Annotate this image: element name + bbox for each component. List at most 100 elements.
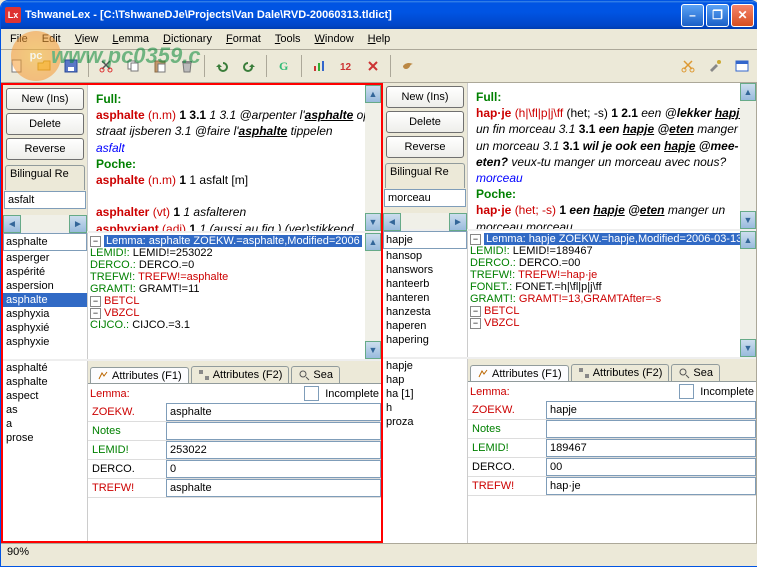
tb-scissors-icon[interactable]: [676, 54, 700, 78]
tb-tools-icon[interactable]: [703, 54, 727, 78]
link-morceau[interactable]: morceau: [476, 171, 523, 185]
menu-edit[interactable]: Edit: [35, 31, 68, 47]
vscroll[interactable]: ▲▼: [365, 233, 381, 359]
list-item[interactable]: hansop: [383, 249, 467, 263]
list-item[interactable]: aspersion: [3, 279, 87, 293]
vscroll[interactable]: ▲▼: [740, 231, 756, 357]
tb-new-icon[interactable]: [5, 54, 29, 78]
trefw-input[interactable]: [166, 479, 381, 497]
mini-input-r[interactable]: morceau: [384, 189, 466, 207]
reverse-button[interactable]: Reverse: [6, 138, 84, 160]
tb-copy-icon[interactable]: [121, 54, 145, 78]
tree-left[interactable]: −Lemma: asphalte ZOEKW.=asphalte,Modifie…: [88, 233, 381, 359]
derco-input[interactable]: [166, 460, 381, 478]
list-item[interactable]: asphalte: [3, 375, 87, 389]
incomplete-checkbox-r[interactable]: [679, 384, 694, 399]
tb-paste-icon[interactable]: [148, 54, 172, 78]
list-item[interactable]: hapering: [383, 333, 467, 347]
list-item[interactable]: hap: [383, 373, 467, 387]
tb-google-icon[interactable]: G: [272, 54, 296, 78]
list-item[interactable]: prose: [3, 431, 87, 445]
list-item[interactable]: asphyxie: [3, 335, 87, 349]
list-item[interactable]: asphyxié: [3, 321, 87, 335]
tb-delete-icon[interactable]: [361, 54, 385, 78]
vscroll[interactable]: ▲▼: [365, 85, 381, 231]
tab-attr-f2-r[interactable]: Attributes (F2): [571, 364, 670, 381]
search-input-right[interactable]: [383, 231, 467, 249]
notes-input-r[interactable]: [546, 420, 756, 438]
tb-date-icon[interactable]: 12: [334, 54, 358, 78]
close-button[interactable]: ✕: [731, 4, 754, 27]
word-list2-right[interactable]: hapjehapha [1]hproza: [383, 359, 468, 543]
word-list-left[interactable]: aspergeraspéritéaspersionasphalteasphyxi…: [3, 251, 87, 359]
word-list-right[interactable]: hansophansworshanteerbhanterenhanzestaha…: [383, 249, 467, 357]
tb-open-icon[interactable]: [32, 54, 56, 78]
list-item[interactable]: h: [383, 401, 467, 415]
tab-search-r[interactable]: Sea: [671, 364, 720, 381]
new-button[interactable]: New (Ins): [6, 88, 84, 110]
hscroll[interactable]: ◄►: [383, 213, 467, 229]
tb-trash-icon[interactable]: [175, 54, 199, 78]
tab-attr-f1[interactable]: Attributes (F1): [90, 367, 189, 384]
list-item[interactable]: hapje: [383, 359, 467, 373]
tb-bird-icon[interactable]: [396, 54, 420, 78]
tb-redo-icon[interactable]: [237, 54, 261, 78]
delete-button-r[interactable]: Delete: [386, 111, 464, 133]
tb-chart-icon[interactable]: [307, 54, 331, 78]
tab-attr-f2[interactable]: Attributes (F2): [191, 366, 290, 383]
menu-help[interactable]: Help: [361, 31, 398, 47]
notes-input[interactable]: [166, 422, 381, 440]
tb-window-icon[interactable]: [730, 54, 754, 78]
list-item[interactable]: aspect: [3, 389, 87, 403]
menu-tools[interactable]: Tools: [268, 31, 308, 47]
lemid-input-r[interactable]: [546, 439, 756, 457]
trefw-input-r[interactable]: [546, 477, 756, 495]
list-item[interactable]: asphalté: [3, 361, 87, 375]
entry-left: Full: asphalte (n.m) 1 3.1 1 3.1 @arpent…: [88, 85, 381, 231]
mini-input[interactable]: asfalt: [4, 191, 86, 209]
tab-bilingual-r[interactable]: Bilingual Re: [385, 163, 465, 188]
tab-attr-f1-r[interactable]: Attributes (F1): [470, 365, 569, 382]
list-item[interactable]: a: [3, 417, 87, 431]
list-item[interactable]: haperen: [383, 319, 467, 333]
tab-search[interactable]: Sea: [291, 366, 340, 383]
word-list2-left[interactable]: asphaltéasphalteaspectasaprose: [3, 361, 88, 541]
list-item[interactable]: aspérité: [3, 265, 87, 279]
menu-dictionary[interactable]: Dictionary: [156, 31, 219, 47]
lemid-input[interactable]: [166, 441, 381, 459]
menu-file[interactable]: File: [3, 31, 35, 47]
menu-lemma[interactable]: Lemma: [105, 31, 156, 47]
list-item[interactable]: ha [1]: [383, 387, 467, 401]
derco-input-r[interactable]: [546, 458, 756, 476]
minimize-button[interactable]: –: [681, 4, 704, 27]
tb-save-icon[interactable]: [59, 54, 83, 78]
link-asfalt[interactable]: asfalt: [96, 141, 125, 155]
list-item[interactable]: asperger: [3, 251, 87, 265]
zoekw-input-r[interactable]: [546, 401, 756, 419]
incomplete-checkbox[interactable]: [304, 386, 319, 401]
list-item[interactable]: hanzesta: [383, 305, 467, 319]
maximize-button[interactable]: ❐: [706, 4, 729, 27]
menu-view[interactable]: View: [68, 31, 106, 47]
list-item[interactable]: as: [3, 403, 87, 417]
tree-right[interactable]: −Lemma: hapje ZOEKW.=hapje,Modified=2006…: [468, 231, 756, 357]
menu-format[interactable]: Format: [219, 31, 268, 47]
tb-cut-icon[interactable]: [94, 54, 118, 78]
zoekw-input[interactable]: [166, 403, 381, 421]
list-item[interactable]: hanteerb: [383, 277, 467, 291]
menu-window[interactable]: Window: [308, 31, 361, 47]
list-item[interactable]: proza: [383, 415, 467, 429]
list-item[interactable]: asphyxia: [3, 307, 87, 321]
hscroll[interactable]: ◄►: [3, 215, 87, 231]
vscroll[interactable]: ▲▼: [740, 83, 756, 229]
list-item[interactable]: hanteren: [383, 291, 467, 305]
toolbar: G 12: [1, 50, 757, 83]
delete-button[interactable]: Delete: [6, 113, 84, 135]
list-item[interactable]: hanswors: [383, 263, 467, 277]
reverse-button-r[interactable]: Reverse: [386, 136, 464, 158]
tab-bilingual[interactable]: Bilingual Re: [5, 165, 85, 190]
list-item[interactable]: asphalte: [3, 293, 87, 307]
new-button-r[interactable]: New (Ins): [386, 86, 464, 108]
search-input-left[interactable]: [3, 233, 87, 251]
tb-undo-icon[interactable]: [210, 54, 234, 78]
